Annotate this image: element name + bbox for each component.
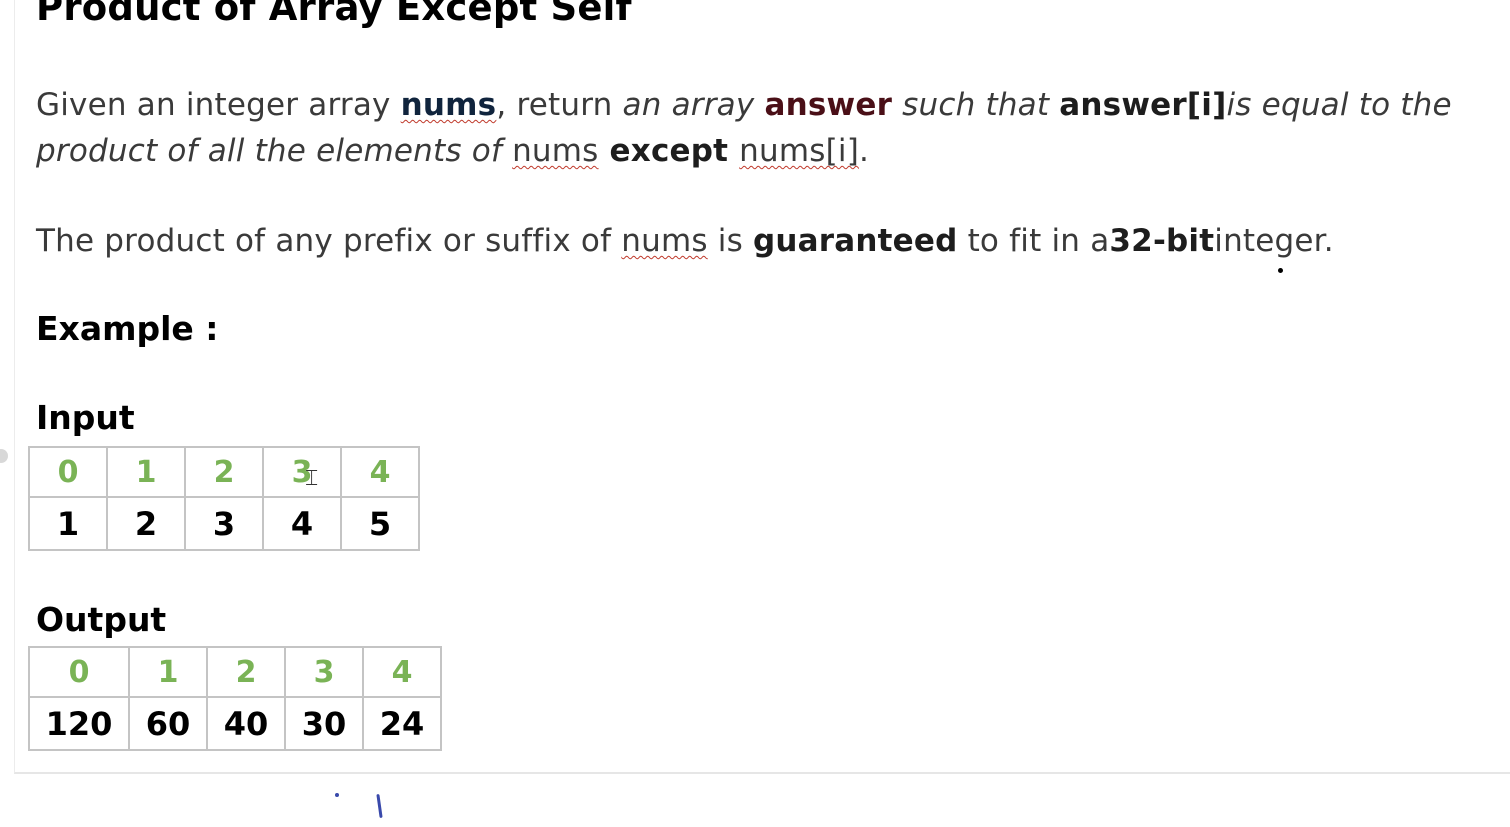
index-cell: 3 [284, 646, 364, 698]
value-cell: 3 [184, 496, 264, 551]
output-array-table: 0 1 2 3 4 120 60 40 30 24 [28, 646, 442, 751]
guaranteed-term: guaranteed [753, 223, 958, 259]
side-handle[interactable] [0, 449, 8, 463]
constraint-text: The product of any prefix or suffix of n… [36, 218, 1334, 264]
index-cell: 0 [28, 646, 130, 698]
index-cell: 0 [28, 446, 108, 498]
value-cell: 1 [28, 496, 108, 551]
desc-text: , return [496, 87, 623, 123]
index-cell: 4 [362, 646, 442, 698]
desc-text: product of all the elements of [36, 133, 513, 169]
desc-text: to fit in a [957, 223, 1110, 259]
except-term: except [598, 133, 740, 169]
value-cell: 2 [106, 496, 186, 551]
desc-text: an array [622, 87, 765, 123]
nums-i-term: nums[i] [739, 133, 860, 169]
value-cell: 30 [284, 696, 364, 751]
index-cell: 1 [106, 446, 186, 498]
pen-stroke [376, 793, 383, 819]
desc-text: Given an integer array [36, 87, 401, 123]
index-cell: 4 [340, 446, 420, 498]
index-row: 0 1 2 3 4 [28, 446, 420, 498]
desc-text: integer. [1214, 223, 1334, 259]
desc-text: such that [892, 87, 1060, 123]
pen-mark [1278, 268, 1283, 273]
desc-text: is equal to the [1226, 87, 1452, 123]
text-cursor-icon: ⌶ [305, 466, 319, 491]
desc-text: . [859, 133, 870, 169]
desc-text: is [707, 223, 753, 259]
answer-term: answer [764, 87, 893, 123]
problem-description: Given an integer array nums, return an a… [36, 82, 1452, 174]
bits-term: 32-bit [1109, 223, 1215, 259]
value-row: 1 2 3 4 5 [28, 496, 420, 551]
example-heading: Example : [36, 309, 219, 348]
value-cell: 60 [128, 696, 208, 751]
value-row: 120 60 40 30 24 [28, 696, 442, 751]
value-cell: 40 [206, 696, 286, 751]
input-label: Input [36, 398, 135, 437]
nums-term: nums [621, 223, 708, 259]
desc-text: The product of any prefix or suffix of [36, 223, 622, 259]
value-cell: 5 [340, 496, 420, 551]
nums-term: nums [400, 87, 497, 123]
value-cell: 4 [262, 496, 342, 551]
output-label: Output [36, 600, 167, 639]
answer-i-term: answer[i] [1059, 87, 1227, 123]
index-row: 0 1 2 3 4 [28, 646, 442, 698]
problem-title: Product of Array Except Self [36, 0, 632, 29]
value-cell: 120 [28, 696, 130, 751]
value-cell: 24 [362, 696, 442, 751]
input-array-table: 0 1 2 3 4 1 2 3 4 5 [28, 446, 420, 551]
index-cell: 2 [206, 646, 286, 698]
pen-mark [335, 793, 339, 797]
index-cell: 2 [184, 446, 264, 498]
index-cell: 1 [128, 646, 208, 698]
index-cell: 3 [262, 446, 342, 498]
nums-term: nums [512, 133, 599, 169]
